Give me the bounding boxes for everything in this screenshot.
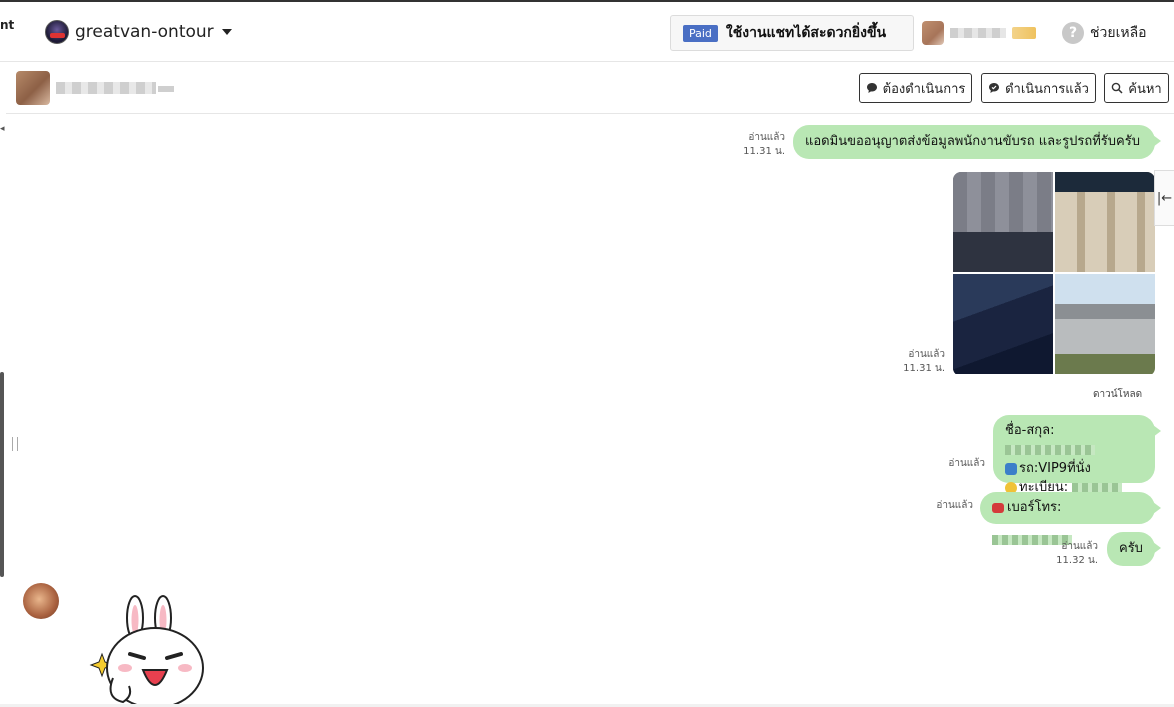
paid-banner-text: ใช้งานแชทได้สะดวกยิ่งขึ้น [725, 25, 887, 41]
image-van-exterior[interactable] [1055, 274, 1155, 374]
done-button[interactable]: ดำเนินการแล้ว [981, 73, 1096, 103]
blurred-name [1005, 444, 1095, 455]
message-meta: อ่านแล้ว [940, 457, 985, 471]
chat-header: ต้องดำเนินการ ดำเนินการแล้ว ค้นหา [6, 62, 1174, 114]
vehicle-line: รถ:VIP9ที่นั่ง [1005, 459, 1143, 478]
account-avatar [45, 20, 69, 44]
contact-avatar[interactable] [16, 71, 50, 105]
magnifier-icon [1111, 82, 1123, 94]
done-label: ดำเนินการแล้ว [1005, 80, 1089, 96]
truncated-nav-text: nt [0, 18, 15, 32]
telephone-icon [992, 502, 1004, 513]
rabbit-sticker-image[interactable] [85, 592, 215, 707]
user-avatar [922, 21, 944, 45]
account-switcher[interactable]: greatvan-ontour [45, 20, 232, 44]
speech-bubble-check-icon [989, 83, 1000, 93]
help-link[interactable]: ? ช่วยเหลือ [1062, 22, 1147, 44]
search-button[interactable]: ค้นหา [1104, 73, 1169, 103]
read-status: อ่านแล้ว [748, 132, 785, 143]
message-meta: อ่านแล้ว 11.32 น. [1053, 540, 1098, 568]
contact-name-blurred [56, 82, 156, 94]
paid-badge: Paid [683, 24, 718, 42]
left-scrollbar[interactable] [0, 372, 4, 577]
todo-label: ต้องดำเนินการ [882, 80, 966, 96]
account-name: greatvan-ontour [75, 22, 214, 42]
image-driver[interactable] [953, 172, 1053, 272]
message-bubble-phone[interactable]: เบอร์โทร: [980, 492, 1161, 545]
read-status: อ่านแล้ว [1061, 541, 1098, 552]
read-status: อ่านแล้ว [908, 349, 945, 360]
paid-upgrade-banner[interactable]: Paid ใช้งานแชทได้สะดวกยิ่งขึ้น [670, 15, 914, 51]
user-badge-blurred [1012, 27, 1036, 39]
message-meta: อ่านแล้ว 11.31 น. [900, 348, 945, 376]
sidebar-collapse-arrow[interactable]: ◂ [0, 124, 5, 134]
contact-avatar-incoming[interactable] [23, 583, 59, 619]
search-label: ค้นหา [1128, 80, 1162, 96]
download-link[interactable]: ดาวน์โหลด [1093, 387, 1142, 402]
message-meta: อ่านแล้ว 11.31 น. [740, 131, 785, 159]
image-van-interior-lights[interactable] [953, 274, 1053, 374]
bus-icon [1005, 462, 1017, 475]
question-circle-icon: ? [1062, 22, 1084, 44]
message-bubble[interactable]: แอดมินขออนุญาตส่งข้อมูลพนักงานขับรถ และร… [793, 125, 1161, 159]
message-time: 11.32 น. [1056, 555, 1098, 566]
message-bubble[interactable]: ครับ [1107, 532, 1161, 566]
driver-name-line: ชื่อ-สกุล: [1005, 421, 1143, 459]
blurred-plate [1072, 482, 1123, 493]
todo-button[interactable]: ต้องดำเนินการ [859, 73, 972, 103]
panel-resize-handle[interactable] [12, 437, 18, 451]
speech-bubble-icon [866, 83, 877, 93]
read-status: อ่านแล้ว [948, 458, 985, 469]
help-label: ช่วยเหลือ [1090, 25, 1147, 41]
user-name-blurred [950, 28, 1006, 38]
top-header: nt greatvan-ontour Paid ใช้งานแชทได้สะดว… [0, 0, 1174, 62]
image-grid-message[interactable] [953, 172, 1155, 376]
arrow-left-bar-icon[interactable]: |← [1154, 170, 1174, 226]
message-meta: อ่านแล้ว [928, 499, 973, 513]
contact-name-suffix-blurred [158, 86, 174, 92]
chevron-down-icon [221, 29, 232, 35]
image-van-interior-seats[interactable] [1055, 172, 1155, 272]
read-status: อ่านแล้ว [936, 500, 973, 511]
user-menu[interactable] [922, 21, 1036, 45]
message-time: 11.31 น. [903, 363, 945, 374]
message-bubble-driver-info[interactable]: ชื่อ-สกุล: รถ:VIP9ที่นั่ง ทะเบียน: [993, 415, 1161, 495]
message-time: 11.31 น. [743, 146, 785, 157]
